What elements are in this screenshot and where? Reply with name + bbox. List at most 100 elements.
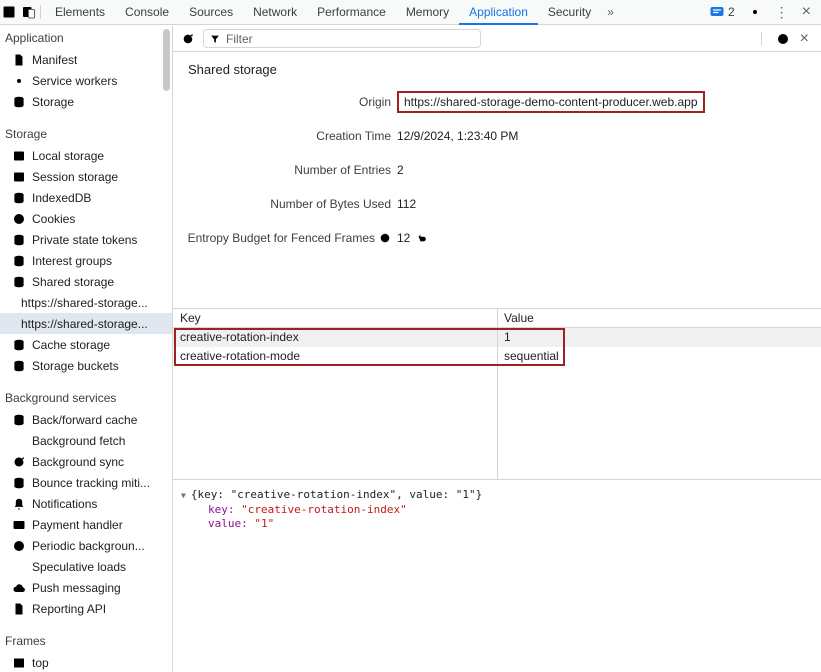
table-icon xyxy=(12,149,26,163)
issues-count: 2 xyxy=(728,5,735,19)
cookie-icon xyxy=(12,212,26,226)
database-icon xyxy=(12,233,26,247)
sidebar-item-indexeddb[interactable]: IndexedDB xyxy=(0,187,172,208)
sidebar-item-label: Periodic backgroun... xyxy=(32,539,145,553)
clear-all-icon[interactable] xyxy=(776,32,790,46)
sidebar-item-cache-storage[interactable]: Cache storage xyxy=(0,334,172,355)
sidebar-item-notifications[interactable]: Notifications xyxy=(0,493,172,514)
delete-selected-icon[interactable]: × xyxy=(800,31,809,47)
tab-console[interactable]: Console xyxy=(115,0,179,25)
sidebar-item-storage[interactable]: Storage xyxy=(0,91,172,112)
database-icon xyxy=(12,95,26,109)
sidebar-item-periodic-background-sync[interactable]: Periodic backgroun... xyxy=(0,535,172,556)
refresh-icon[interactable] xyxy=(181,32,195,46)
column-divider[interactable] xyxy=(497,308,498,479)
field-label: Creation Time xyxy=(173,129,391,143)
field-origin: Origin https://shared-storage-demo-conte… xyxy=(173,85,821,119)
sidebar-item-label: Bounce tracking miti... xyxy=(32,476,150,490)
sidebar-item-label: IndexedDB xyxy=(32,191,91,205)
sync-icon xyxy=(12,455,26,469)
sidebar-item-cookies[interactable]: Cookies xyxy=(0,208,172,229)
close-devtools-icon[interactable]: × xyxy=(802,4,811,20)
sidebar-item-shared-storage-origin-1[interactable]: https://shared-storage... xyxy=(0,292,172,313)
sidebar-item-label: Background sync xyxy=(32,455,124,469)
grid-header-value[interactable]: Value xyxy=(497,309,821,327)
sidebar-item-speculative-loads[interactable]: Speculative loads xyxy=(0,556,172,577)
tab-network[interactable]: Network xyxy=(243,0,307,25)
object-preview-summary: {key: "creative-rotation-index", value: … xyxy=(191,488,482,502)
sidebar-item-interest-groups[interactable]: Interest groups xyxy=(0,250,172,271)
sidebar-item-label: Shared storage xyxy=(32,275,114,289)
field-bytes-used: Number of Bytes Used 112 xyxy=(173,187,821,221)
sidebar-section-background-services: Background services xyxy=(0,388,172,409)
filter-box[interactable] xyxy=(203,29,481,48)
sidebar-item-reporting-api[interactable]: Reporting API xyxy=(0,598,172,619)
sidebar-item-shared-storage[interactable]: Shared storage xyxy=(0,271,172,292)
sidebar-item-top-frame[interactable]: top xyxy=(0,652,172,672)
grid-cell-key: creative-rotation-mode xyxy=(173,347,497,366)
sidebar-item-label: https://shared-storage... xyxy=(21,317,148,331)
clock-icon xyxy=(12,539,26,553)
tab-memory[interactable]: Memory xyxy=(396,0,459,25)
annotation-box-origin: https://shared-storage-demo-content-prod… xyxy=(397,91,705,113)
inspect-element-icon[interactable] xyxy=(2,5,16,19)
entropy-budget-value: 12 xyxy=(397,231,410,245)
database-icon xyxy=(12,254,26,268)
field-entropy-budget: Entropy Budget for Fenced Frames 12 xyxy=(173,221,821,255)
sidebar-item-manifest[interactable]: Manifest xyxy=(0,49,172,70)
database-icon xyxy=(12,191,26,205)
document-icon xyxy=(12,602,26,616)
database-icon xyxy=(12,413,26,427)
sidebar-item-private-state-tokens[interactable]: Private state tokens xyxy=(0,229,172,250)
expander-triangle-icon[interactable]: ▼ xyxy=(181,489,186,503)
sidebar-item-push-messaging[interactable]: Push messaging xyxy=(0,577,172,598)
shared-storage-toolbar: × xyxy=(173,26,821,52)
table-icon xyxy=(12,170,26,184)
sidebar-item-background-fetch[interactable]: Background fetch xyxy=(0,430,172,451)
property-name: value: xyxy=(208,517,248,530)
more-tabs-chevron[interactable]: » xyxy=(601,5,620,19)
sidebar-scrollbar-thumb[interactable] xyxy=(163,29,170,91)
sidebar-item-local-storage[interactable]: Local storage xyxy=(0,145,172,166)
sidebar-item-session-storage[interactable]: Session storage xyxy=(0,166,172,187)
info-icon[interactable] xyxy=(379,232,391,244)
sidebar-item-label: top xyxy=(32,656,49,670)
sidebar-item-label: Storage buckets xyxy=(32,359,119,373)
database-icon xyxy=(12,476,26,490)
grid-cell-key: creative-rotation-index xyxy=(173,328,497,347)
sidebar-item-service-workers[interactable]: Service workers xyxy=(0,70,172,91)
application-panel-sidebar: Application Manifest Service workers Sto… xyxy=(0,26,173,672)
object-property: value: "1" xyxy=(208,517,821,531)
sidebar-item-payment-handler[interactable]: Payment handler xyxy=(0,514,172,535)
grid-header-key[interactable]: Key xyxy=(173,309,497,327)
reset-undo-icon[interactable] xyxy=(416,232,428,244)
issues-counter[interactable]: 2 xyxy=(710,5,735,19)
tab-security[interactable]: Security xyxy=(538,0,601,25)
card-icon xyxy=(12,518,26,532)
tab-elements[interactable]: Elements xyxy=(45,0,115,25)
tab-performance[interactable]: Performance xyxy=(307,0,396,25)
more-options-icon[interactable]: ⋮ xyxy=(775,5,789,19)
settings-gear-icon[interactable] xyxy=(748,5,762,19)
sidebar-item-background-sync[interactable]: Background sync xyxy=(0,451,172,472)
tab-bar-right-controls: 2 ⋮ × xyxy=(710,4,821,20)
sidebar-item-shared-storage-origin-2-selected[interactable]: https://shared-storage... xyxy=(0,313,172,334)
property-name: key: xyxy=(208,503,235,516)
bytes-used-value: 112 xyxy=(397,197,416,211)
device-toolbar-icon[interactable] xyxy=(22,5,36,19)
sidebar-item-back-forward-cache[interactable]: Back/forward cache xyxy=(0,409,172,430)
field-number-of-entries: Number of Entries 2 xyxy=(173,153,821,187)
sidebar-item-storage-buckets[interactable]: Storage buckets xyxy=(0,355,172,376)
filter-input[interactable] xyxy=(226,32,475,46)
sidebar-section-storage: Storage xyxy=(0,124,172,145)
sidebar-item-label: Private state tokens xyxy=(32,233,137,247)
sidebar-item-label: Reporting API xyxy=(32,602,106,616)
gear-icon xyxy=(12,74,26,88)
tab-application[interactable]: Application xyxy=(459,0,538,25)
sidebar-item-label: Background fetch xyxy=(32,434,125,448)
field-creation-time: Creation Time 12/9/2024, 1:23:40 PM xyxy=(173,119,821,153)
sidebar-item-bounce-tracking-mitigations[interactable]: Bounce tracking miti... xyxy=(0,472,172,493)
toolbar-right-controls: × xyxy=(757,31,813,47)
database-icon xyxy=(12,275,26,289)
tab-sources[interactable]: Sources xyxy=(179,0,243,25)
